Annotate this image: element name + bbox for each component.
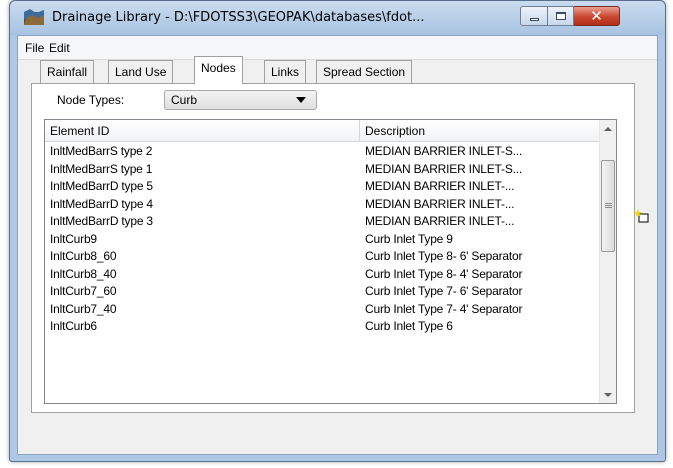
- drainage-library-window: Drainage Library - D:\FDOTSS3\GEOPAK\dat…: [9, 0, 666, 462]
- list-item[interactable]: InltMedBarrS type 1 MEDIAN BARRIER INLET-…: [45, 161, 601, 179]
- description-cell: MEDIAN BARRIER INLET-S...: [365, 144, 523, 158]
- scroll-down-arrow-icon: [604, 392, 612, 397]
- element-id-cell: InltMedBarrS type 2: [50, 144, 153, 158]
- description-cell: Curb Inlet Type 7- 6' Separator: [365, 284, 523, 298]
- grip-line: [605, 207, 612, 208]
- list-item[interactable]: InltMedBarrD type 4 MEDIAN BARRIER INLET-…: [45, 196, 601, 214]
- scroll-up-button[interactable]: [600, 120, 616, 137]
- list-rows: InltMedBarrS type 2 MEDIAN BARRIER INLET-…: [45, 143, 601, 336]
- element-id-cell: InltMedBarrS type 1: [50, 161, 153, 176]
- minimize-button[interactable]: [520, 6, 548, 26]
- chevron-down-icon: [296, 97, 306, 103]
- scroll-up-arrow-icon: [604, 126, 612, 131]
- element-id-cell: InltCurb7_40: [50, 301, 117, 316]
- maximize-icon: [555, 12, 566, 20]
- tab-rainfall[interactable]: Rainfall: [40, 60, 95, 83]
- column-header-element-id[interactable]: Element ID: [45, 120, 360, 142]
- description-cell: MEDIAN BARRIER INLET-S...: [365, 161, 523, 176]
- element-id-cell: InltMedBarrD type 5: [50, 179, 153, 193]
- description-cell: MEDIAN BARRIER INLET-...: [365, 179, 515, 193]
- node-types-selected-value: Curb: [171, 93, 198, 107]
- element-id-cell: InltMedBarrD type 3: [50, 214, 153, 228]
- column-header-description[interactable]: Description: [360, 120, 601, 142]
- tab-links[interactable]: Links: [264, 60, 307, 83]
- menu-file-label: File: [25, 41, 45, 55]
- list-item[interactable]: InltCurb8_60 Curb Inlet Type 8- 6' Separa…: [45, 248, 601, 266]
- node-types-label: Node Types:: [57, 93, 125, 107]
- title-bar[interactable]: Drainage Library - D:\FDOTSS3\GEOPAK\dat…: [10, 1, 665, 35]
- description-cell: Curb Inlet Type 6: [365, 319, 453, 333]
- list-item[interactable]: InltMedBarrD type 5 MEDIAN BARRIER INLET-…: [45, 178, 601, 196]
- tab-rainfall-label: Rainfall: [47, 65, 88, 79]
- minimize-icon: [529, 17, 539, 21]
- tab-land-use[interactable]: Land Use: [108, 60, 174, 83]
- description-cell: Curb Inlet Type 8- 6' Separator: [365, 249, 523, 263]
- tab-spread-section-label: Spread Section: [323, 65, 406, 79]
- new-item-icon[interactable]: [634, 208, 650, 224]
- tab-spread-section[interactable]: Spread Section: [316, 60, 413, 83]
- list-item[interactable]: InltCurb7_60 Curb Inlet Type 7- 6' Separa…: [45, 283, 601, 301]
- description-cell: MEDIAN BARRIER INLET-...: [365, 196, 515, 211]
- menu-bar: File Edit: [18, 36, 657, 60]
- element-id-cell: InltCurb8_40: [50, 266, 117, 281]
- list-item[interactable]: InltCurb7_40 Curb Inlet Type 7- 4' Separa…: [45, 301, 601, 319]
- grip-line: [605, 205, 612, 206]
- list-vertical-scrollbar[interactable]: [599, 120, 616, 403]
- element-id-cell: InltCurb8_60: [50, 249, 117, 263]
- close-button[interactable]: ✕: [574, 6, 620, 26]
- element-id-cell: InltCurb7_60: [50, 284, 117, 298]
- node-types-dropdown[interactable]: Curb: [164, 90, 317, 110]
- list-item[interactable]: InltCurb8_40 Curb Inlet Type 8- 4' Separa…: [45, 266, 601, 284]
- tab-land-use-label: Land Use: [115, 65, 167, 79]
- description-cell: Curb Inlet Type 9: [365, 231, 453, 246]
- scroll-down-button[interactable]: [600, 386, 616, 403]
- list-item[interactable]: InltCurb9 Curb Inlet Type 9: [45, 231, 601, 249]
- element-id-cell: InltCurb9: [50, 231, 97, 246]
- maximize-button[interactable]: [548, 6, 574, 26]
- window-title: Drainage Library - D:\FDOTSS3\GEOPAK\dat…: [52, 10, 425, 25]
- description-cell: Curb Inlet Type 8- 4' Separator: [365, 266, 523, 281]
- tab-links-label: Links: [271, 65, 300, 79]
- description-cell: MEDIAN BARRIER INLET-...: [365, 214, 515, 228]
- element-id-cell: InltCurb6: [50, 319, 97, 333]
- menu-edit[interactable]: Edit: [49, 41, 70, 55]
- scroll-thumb[interactable]: [601, 160, 615, 252]
- list-item[interactable]: InltMedBarrS type 2 MEDIAN BARRIER INLET-…: [45, 143, 601, 161]
- menu-edit-label: Edit: [49, 41, 70, 55]
- drainage-library-app-icon: [24, 9, 44, 25]
- tab-nodes[interactable]: Nodes: [194, 56, 243, 84]
- menu-file[interactable]: File: [25, 41, 44, 55]
- tab-nodes-label: Nodes: [201, 61, 236, 75]
- grip-line: [605, 203, 612, 204]
- list-header: Element ID Description: [45, 120, 601, 142]
- list-item[interactable]: InltCurb6 Curb Inlet Type 6: [45, 318, 601, 336]
- description-cell: Curb Inlet Type 7- 4' Separator: [365, 301, 523, 316]
- list-item[interactable]: InltMedBarrD type 3 MEDIAN BARRIER INLET-…: [45, 213, 601, 231]
- element-id-cell: InltMedBarrD type 4: [50, 196, 153, 211]
- node-list[interactable]: Element ID Description InltMedBarrS type…: [44, 119, 617, 404]
- close-icon: ✕: [590, 6, 603, 25]
